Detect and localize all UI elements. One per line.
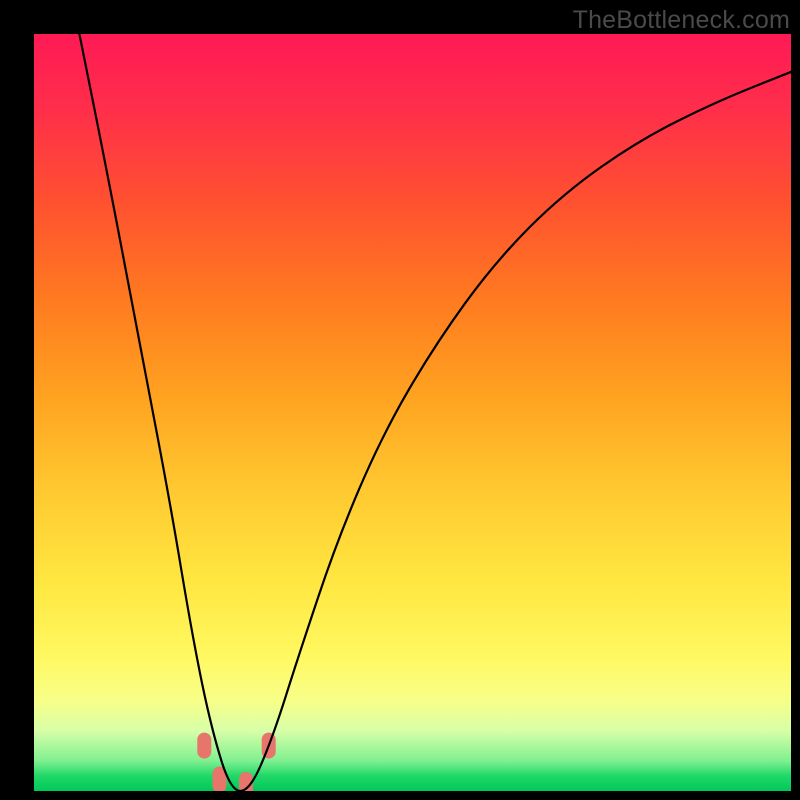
marker-1 xyxy=(197,733,211,759)
outer-frame: TheBottleneck.com xyxy=(0,0,800,800)
curve-markers-group xyxy=(197,733,275,791)
plot-area xyxy=(34,34,791,791)
chart-svg xyxy=(34,34,791,791)
watermark-text: TheBottleneck.com xyxy=(573,6,790,35)
bottleneck-curve xyxy=(79,34,791,791)
